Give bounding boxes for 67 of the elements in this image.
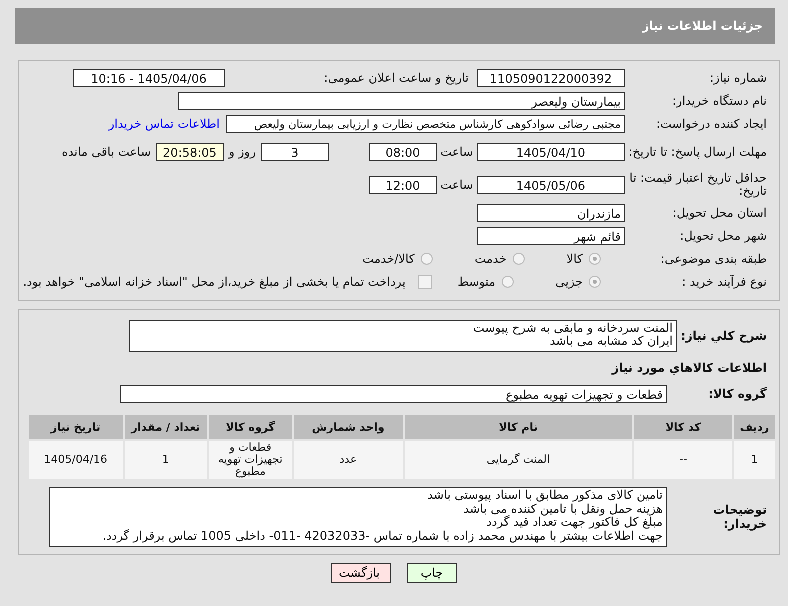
text-line: جهت اطلاعات بیشتر با مهندس محمد زاده با شماره تماس -42032033 -011- داخلی 1005 تماس برقرار گردد. [102,530,663,543]
radio-label: کالا [566,252,583,266]
field-label: شهر محل تحویل: [679,230,768,242]
radio-button[interactable] [589,253,601,265]
column-header: تاریخ نیاز [29,415,123,439]
table-cell: عدد [294,441,403,479]
time-field: 08:00 [369,143,437,161]
remaining-time-field: 20:58:05 [156,143,224,161]
date-field: 1405/04/10 [477,143,625,161]
remaining-label: ساعت باقی مانده [60,145,152,159]
province-field: مازندران [477,204,625,222]
table-cell: 1405/04/16 [29,441,123,479]
date-field: 1405/05/06 [477,176,625,194]
field-label: ایجاد کننده درخواست: [655,118,768,130]
table-cell: 1 [124,441,207,479]
field-label: گروه کالا: [708,387,768,401]
goods-group-field: قطعات و تجهیزات تهویه مطبوع [120,385,667,403]
text-line: مبلغ کل فاکتور جهت تعداد قید گردد [486,516,663,530]
creator-field: مجتبی رضائی سوادکوهی کارشناس متخصص نظارت و ارزیابی بیمارستان ولیعص [226,115,625,133]
radio-button[interactable] [512,253,525,265]
column-header: ردیف [734,415,775,439]
radio-label: خدمت [474,252,507,266]
column-header: کد کالا [634,415,732,439]
field-label: توضیحات خریدار: [712,503,768,531]
radio-button[interactable] [589,276,601,288]
field-label: شرح کلي نیاز: [680,329,768,343]
checkbox-label: پرداخت تمام یا بخشی از مبلغ خرید،از محل "اسناد خزانه اسلامی" خواهد بود. [23,275,406,289]
field-label: استان محل تحویل: [672,206,768,220]
table-cell: 1 [734,441,775,479]
action-button[interactable]: بازگشت [331,563,391,583]
text-line: ایران کد مشابه می باشد [548,335,673,348]
text-line: هزینه حمل ونقل با تامین کننده می باشد [464,502,663,516]
column-header: تعداد / مقدار [124,415,207,439]
days-field: 3 [261,143,329,161]
radio-button[interactable] [420,253,433,265]
column-header: نام کالا [404,415,632,439]
radio-label: کالا/خدمت [362,252,415,266]
text-line: المنت سردخانه و مابقی به شرح پیوست [472,322,673,335]
field-label: شماره نیاز: [709,72,768,84]
text-line: تامین کالای مذکور مطابق با اسناد پیوستی باشد [426,489,663,502]
column-header: واحد شمارش [294,415,403,439]
field-label: مهلت ارسال پاسخ: تا تاریخ: [628,146,768,158]
table-cell: -- [634,441,732,479]
section-title: اطلاعات کالاهاي مورد نیاز [610,360,768,377]
table-cell: قطعات و تجهیزات تهویه مطبوع [209,441,292,479]
need-number-field: 1105090122000392 [477,69,625,87]
action-button[interactable]: چاپ [407,563,457,583]
time-label: ساعت [440,178,474,192]
column-header: گروه کالا [209,415,292,439]
radio-label: متوسط [458,275,496,289]
time-field: 12:00 [369,176,437,194]
time-label: ساعت [440,145,474,159]
radio-label: جزیی [556,275,583,289]
table-cell: المنت گرمایی [404,441,632,479]
announce-date-field: 1405/04/06 - 10:16 [73,69,225,87]
buyer-org-field: بیمارستان ولیعصر [178,92,625,110]
page-title: جزئیات اطلاعات نیاز [642,19,763,33]
radio-button[interactable] [502,276,514,288]
field-label: نام دستگاه خریدار: [672,94,768,108]
buyer-contact-link[interactable]: اطلاعات تماس خریدار [108,117,226,131]
checkbox[interactable] [418,275,432,289]
field-label: نوع فرآیند خرید : [681,276,768,288]
field-label: تاریخ و ساعت اعلان عمومی: [323,71,470,85]
field-label: طبقه بندی موضوعی: [660,252,768,266]
field-label: حداقل تاریخ اعتبار قیمت: تا تاریخ: [628,172,768,198]
days-label: روز و [228,145,257,159]
city-field: قائم شهر [477,227,625,245]
